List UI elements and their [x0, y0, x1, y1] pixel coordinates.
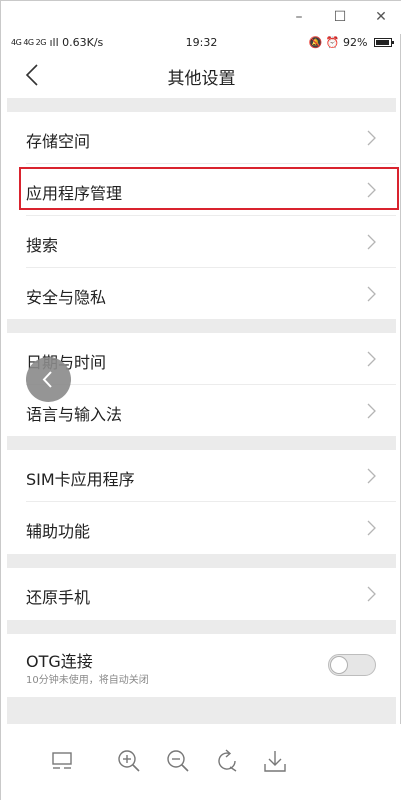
chevron-right-icon: [367, 130, 376, 146]
highlight-box: [19, 167, 399, 210]
chevron-right-icon: [367, 351, 376, 367]
settings-row-accessibility[interactable]: 辅助功能: [7, 502, 396, 554]
row-sublabel: 10分钟未使用，将自动关闭: [26, 675, 149, 686]
battery-icon: [374, 38, 394, 47]
section-gap: [7, 319, 396, 333]
otg-toggle[interactable]: [328, 654, 376, 676]
row-label: 安全与隐私: [26, 288, 107, 307]
section-gap: [7, 436, 396, 450]
page-header: 其他设置: [1, 52, 401, 98]
row-label: 辅助功能: [26, 522, 91, 541]
floating-back-button[interactable]: [26, 357, 71, 402]
settings-row-search[interactable]: 搜索: [7, 216, 396, 267]
chevron-right-icon: [367, 234, 376, 250]
row-label: OTG连接: [26, 652, 93, 671]
bottom-toolbar: [1, 724, 401, 800]
close-button[interactable]: ✕: [369, 5, 393, 29]
app-window: – ☐ ✕ 4G 4G 2G ıll 0.63K/s 19:32 🔕 ⏰ 92%…: [0, 0, 401, 800]
alarm-icon: ⏰: [325, 36, 340, 49]
row-label: SIM卡应用程序: [26, 470, 135, 489]
chevron-right-icon: [367, 286, 376, 302]
row-label: 还原手机: [26, 588, 91, 607]
minimize-button[interactable]: –: [287, 5, 311, 29]
chevron-left-icon: [42, 371, 52, 388]
layout-icon[interactable]: [49, 748, 75, 774]
status-bar: 4G 4G 2G ıll 0.63K/s 19:32 🔕 ⏰ 92%: [1, 34, 401, 52]
toggle-knob: [330, 656, 348, 674]
chevron-right-icon: [367, 468, 376, 484]
chevron-right-icon: [367, 586, 376, 602]
section-gap: [7, 98, 396, 112]
chevron-right-icon: [367, 520, 376, 536]
settings-row-reset-phone[interactable]: 还原手机: [7, 568, 396, 620]
page-title: 其他设置: [167, 69, 236, 89]
bell-icon: 🔕: [308, 36, 323, 49]
section-gap: [7, 554, 396, 568]
row-label: 语言与输入法: [26, 405, 123, 424]
download-icon[interactable]: [262, 748, 288, 774]
chevron-right-icon: [367, 403, 376, 419]
settings-row-storage[interactable]: 存储空间: [7, 112, 396, 163]
settings-row-security-privacy[interactable]: 安全与隐私: [7, 268, 396, 319]
zoom-out-icon[interactable]: [165, 748, 191, 774]
settings-row-otg: OTG连接 10分钟未使用，将自动关闭: [7, 634, 396, 697]
zoom-in-icon[interactable]: [116, 748, 142, 774]
row-label: 存储空间: [26, 132, 91, 151]
window-titlebar: – ☐ ✕: [1, 1, 401, 34]
settings-row-sim-apps[interactable]: SIM卡应用程序: [7, 450, 396, 501]
section-gap: [7, 620, 396, 634]
battery-percent: 92%: [343, 36, 368, 49]
row-label: 搜索: [26, 236, 59, 255]
rotate-icon[interactable]: [214, 748, 240, 774]
maximize-button[interactable]: ☐: [328, 5, 352, 29]
section-gap: [7, 697, 396, 724]
